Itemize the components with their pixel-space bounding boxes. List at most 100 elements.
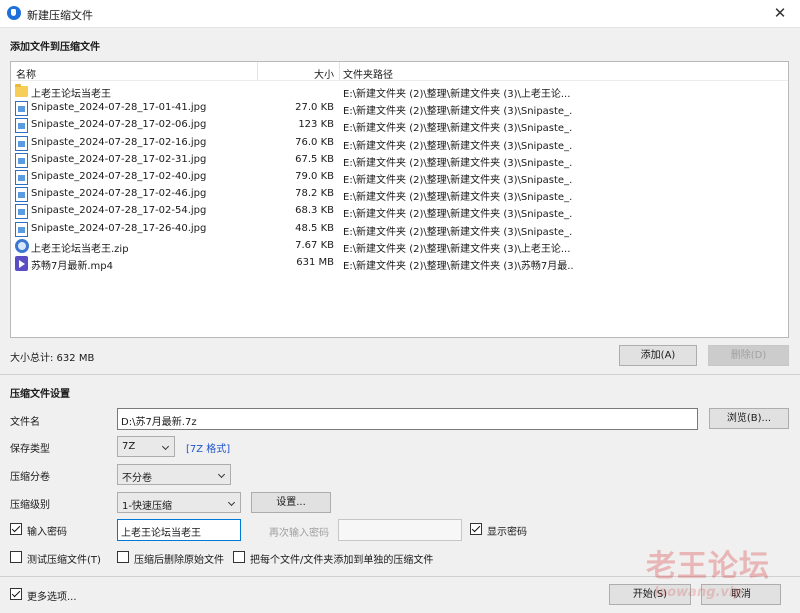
file-path: E:\新建文件夹 (2)\整理\新建文件夹 (3)\Snipaste_...: [343, 157, 573, 169]
split-value: 不分卷: [122, 473, 152, 484]
file-size: 123 KB: [298, 119, 334, 131]
column-header-path[interactable]: 文件夹路径: [343, 66, 393, 81]
total-size: 大小总计: 632 MB: [10, 353, 95, 364]
column-header-size[interactable]: 大小: [257, 66, 334, 81]
file-name: Snipaste_2024-07-28_17-02-40.jpg: [31, 170, 207, 182]
chevron-down-icon: [227, 498, 236, 507]
file-name: Snipaste_2024-07-28_17-02-31.jpg: [31, 153, 207, 165]
list-item[interactable]: Snipaste_2024-07-28_17-02-54.jpg 68.3 KB…: [11, 203, 788, 220]
image-file-icon: [15, 187, 28, 203]
file-name: 上老王论坛当老王: [31, 89, 111, 100]
file-rows: 上老王论坛当老王 E:\新建文件夹 (2)\整理\新建文件夹 (3)\上老王论.…: [11, 83, 788, 272]
save-type-label: 保存类型: [10, 444, 50, 455]
list-item[interactable]: Snipaste_2024-07-28_17-02-31.jpg 67.5 KB…: [11, 152, 788, 169]
save-type-select[interactable]: 7Z: [117, 436, 175, 457]
list-item[interactable]: 上老王论坛当老王.zip 7.67 KB E:\新建文件夹 (2)\整理\新建文…: [11, 238, 788, 255]
app-icon: [7, 6, 21, 20]
file-size: 27.0 KB: [295, 102, 334, 114]
file-size: 67.5 KB: [295, 153, 334, 165]
file-name: Snipaste_2024-07-28_17-26-40.jpg: [31, 222, 207, 234]
list-item[interactable]: Snipaste_2024-07-28_17-26-40.jpg 48.5 KB…: [11, 221, 788, 238]
image-file-icon: [15, 152, 28, 168]
file-list[interactable]: 名称 大小 文件夹路径 上老王论坛当老王 E:\新建文件夹 (2)\整理\新建文…: [10, 61, 789, 338]
save-type-value: 7Z: [122, 441, 136, 452]
video-file-icon: [15, 255, 28, 271]
list-item[interactable]: Snipaste_2024-07-28_17-02-06.jpg 123 KB …: [11, 117, 788, 134]
reenter-password-input[interactable]: [338, 519, 462, 541]
image-file-icon: [15, 169, 28, 185]
checkbox-unchecked-icon[interactable]: [233, 551, 245, 563]
image-file-icon: [15, 101, 28, 117]
file-name: 上老王论坛当老王.zip: [31, 243, 129, 255]
column-header-name[interactable]: 名称: [16, 66, 36, 81]
test-archive-label: 测试压缩文件(T): [27, 555, 101, 566]
file-path: E:\新建文件夹 (2)\整理\新建文件夹 (3)\上老王论...: [343, 243, 571, 255]
image-file-icon: [15, 221, 28, 237]
checkbox-checked-icon[interactable]: [10, 588, 22, 600]
checkbox-checked-icon[interactable]: [10, 523, 22, 535]
file-name: Snipaste_2024-07-28_17-02-46.jpg: [31, 188, 207, 200]
section-divider: [0, 374, 800, 375]
file-list-header: 名称 大小 文件夹路径: [11, 62, 788, 81]
filename-input[interactable]: D:\苏7月最新.7z: [117, 408, 698, 430]
file-path: E:\新建文件夹 (2)\整理\新建文件夹 (3)\苏畅7月最...: [343, 260, 573, 272]
title-bar: 新建压缩文件 ✕: [0, 0, 800, 28]
file-path: E:\新建文件夹 (2)\整理\新建文件夹 (3)\Snipaste_...: [343, 140, 573, 152]
password-input[interactable]: 上老王论坛当老王: [117, 519, 241, 541]
split-label: 压缩分卷: [10, 472, 50, 483]
file-path: E:\新建文件夹 (2)\整理\新建文件夹 (3)\Snipaste_...: [343, 226, 573, 238]
settings-section-title: 压缩文件设置: [10, 389, 70, 400]
filename-label: 文件名: [10, 417, 40, 428]
file-size: 76.0 KB: [295, 136, 334, 148]
file-size: 631 MB: [296, 256, 334, 268]
browse-button[interactable]: 浏览(B)...: [709, 408, 789, 429]
image-file-icon: [15, 204, 28, 220]
show-password-label: 显示密码: [487, 527, 527, 538]
level-label: 压缩级别: [10, 500, 50, 511]
zip-file-icon: [15, 238, 29, 253]
file-path: E:\新建文件夹 (2)\整理\新建文件夹 (3)\Snipaste_...: [343, 123, 573, 135]
file-size: 79.0 KB: [295, 170, 334, 182]
file-path: E:\新建文件夹 (2)\整理\新建文件夹 (3)\Snipaste_...: [343, 174, 573, 186]
level-value: 1-快速压缩: [122, 501, 172, 512]
list-item[interactable]: Snipaste_2024-07-28_17-02-40.jpg 79.0 KB…: [11, 169, 788, 186]
image-file-icon: [15, 118, 28, 134]
file-size: 48.5 KB: [295, 222, 334, 234]
file-name: 苏畅7月最新.mp4: [31, 260, 113, 272]
format-link[interactable]: [7Z 格式]: [186, 440, 230, 455]
file-size: 7.67 KB: [295, 239, 334, 251]
column-divider[interactable]: [339, 62, 340, 81]
file-name: Snipaste_2024-07-28_17-02-16.jpg: [31, 136, 207, 148]
window-title: 新建压缩文件: [27, 9, 93, 22]
split-select[interactable]: 不分卷: [117, 464, 231, 485]
close-icon[interactable]: ✕: [760, 0, 800, 28]
chevron-down-icon: [217, 470, 226, 479]
file-path: E:\新建文件夹 (2)\整理\新建文件夹 (3)\Snipaste_...: [343, 209, 573, 221]
checkbox-unchecked-icon[interactable]: [10, 551, 22, 563]
watermark-text: 老王论坛: [646, 549, 770, 584]
list-item[interactable]: 上老王论坛当老王 E:\新建文件夹 (2)\整理\新建文件夹 (3)\上老王论.…: [11, 83, 788, 100]
list-item[interactable]: 苏畅7月最新.mp4 631 MB E:\新建文件夹 (2)\整理\新建文件夹 …: [11, 255, 788, 272]
folder-icon: [15, 84, 28, 97]
checkbox-checked-icon[interactable]: [470, 523, 482, 535]
list-item[interactable]: Snipaste_2024-07-28_17-02-46.jpg 78.2 KB…: [11, 186, 788, 203]
file-path: E:\新建文件夹 (2)\整理\新建文件夹 (3)\Snipaste_...: [343, 192, 573, 204]
file-name: Snipaste_2024-07-28_17-01-41.jpg: [31, 102, 207, 114]
list-item[interactable]: Snipaste_2024-07-28_17-02-16.jpg 76.0 KB…: [11, 135, 788, 152]
chevron-down-icon: [161, 442, 170, 451]
delete-after-label: 压缩后删除原始文件: [134, 555, 224, 566]
reenter-password-label: 再次输入密码: [269, 528, 329, 539]
checkbox-unchecked-icon[interactable]: [117, 551, 129, 563]
list-item[interactable]: Snipaste_2024-07-28_17-01-41.jpg 27.0 KB…: [11, 100, 788, 117]
separate-archives-label: 把每个文件/文件夹添加到单独的压缩文件: [250, 555, 434, 566]
more-options-label: 更多选项...: [27, 592, 77, 603]
level-select[interactable]: 1-快速压缩: [117, 492, 241, 513]
file-name: Snipaste_2024-07-28_17-02-54.jpg: [31, 205, 207, 217]
add-button[interactable]: 添加(A): [619, 345, 697, 366]
file-size: 78.2 KB: [295, 188, 334, 200]
settings-button[interactable]: 设置...: [251, 492, 331, 513]
delete-button[interactable]: 删除(D): [708, 345, 789, 366]
image-file-icon: [15, 135, 28, 151]
file-name: Snipaste_2024-07-28_17-02-06.jpg: [31, 119, 207, 131]
files-section-title: 添加文件到压缩文件: [10, 42, 100, 53]
